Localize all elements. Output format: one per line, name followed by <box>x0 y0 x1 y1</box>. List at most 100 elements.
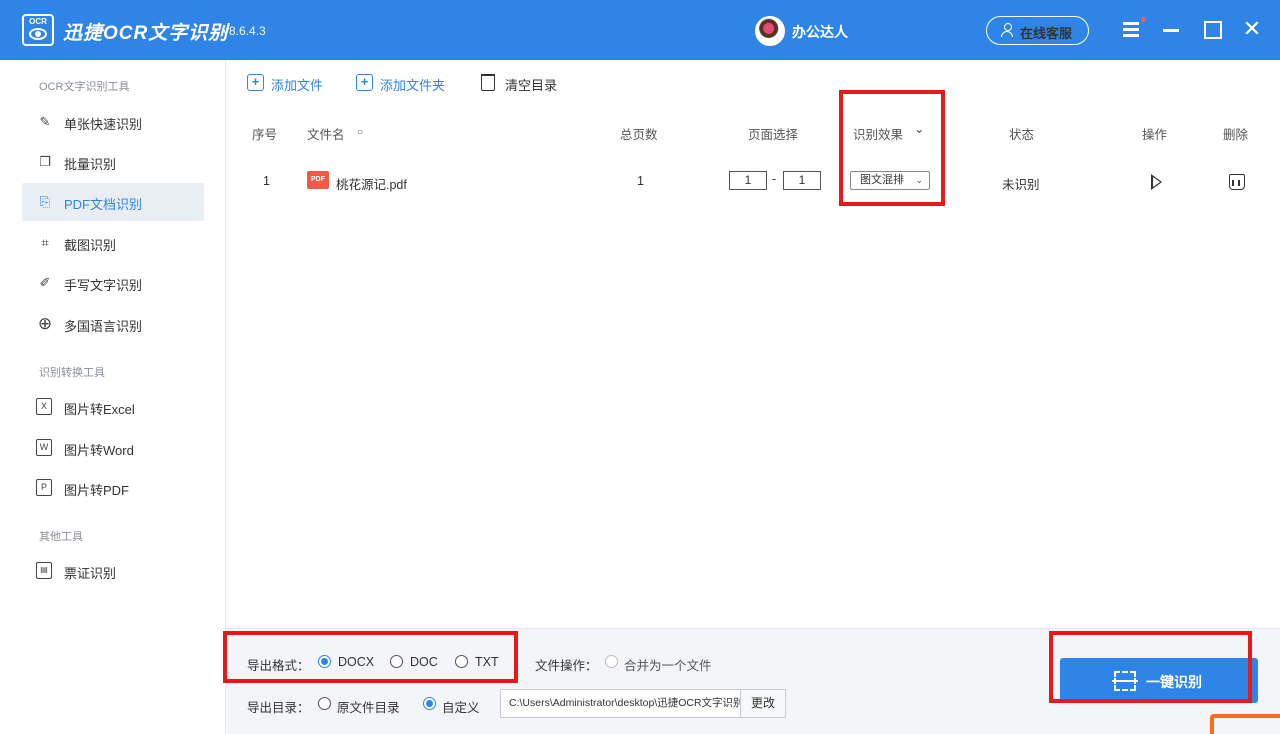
sidebar-item-screenshot[interactable]: ⌗ 截图识别 <box>22 224 204 262</box>
add-folder-icon: + <box>356 74 373 91</box>
sidebar-item-single[interactable]: ✎ 单张快速识别 <box>22 103 204 141</box>
export-path-input[interactable]: C:\Users\Administrator\desktop\迅捷OCR文字识别 <box>500 689 741 718</box>
sidebar: OCR文字识别工具 ✎ 单张快速识别 ❐ 批量识别 ⎘ PDF文档识别 ⌗ 截图… <box>0 60 226 734</box>
scan-icon <box>1112 671 1138 691</box>
dir-custom-radio[interactable] <box>423 697 436 710</box>
col-header-effect[interactable]: 识别效果 <box>853 124 903 143</box>
sidebar-item-label: 图片转Word <box>64 443 134 458</box>
merge-file-radio[interactable] <box>605 655 618 668</box>
add-file-button[interactable]: + 添加文件 <box>247 72 337 94</box>
file-operation-label: 文件操作： <box>535 659 598 673</box>
excel-icon: X <box>36 398 52 415</box>
copy-icon: ❐ <box>39 154 51 169</box>
col-header-status: 状态 <box>1009 128 1035 142</box>
pdf-doc-icon: ⎘ <box>39 194 51 209</box>
sidebar-item-batch[interactable]: ❐ 批量识别 <box>22 143 204 181</box>
add-folder-label: 添加文件夹 <box>380 78 446 93</box>
page-to-input[interactable]: 1 <box>783 171 821 190</box>
minimize-icon[interactable] <box>1160 17 1184 41</box>
dir-custom-label[interactable]: 自定义 <box>442 697 480 716</box>
word-icon: W <box>36 439 52 456</box>
export-format-label: 导出格式： <box>247 659 310 673</box>
dir-original-label[interactable]: 原文件目录 <box>337 697 400 716</box>
maximize-icon[interactable] <box>1200 17 1224 41</box>
effect-select[interactable]: 图文混排 ⌄ <box>850 171 930 190</box>
sidebar-item-label: 图片转Excel <box>64 402 135 417</box>
col-header-pages: 总页数 <box>620 128 658 142</box>
effect-select-value: 图文混排 <box>860 174 904 186</box>
user-name[interactable]: 办公达人 <box>792 22 848 42</box>
row-pages: 1 <box>637 174 644 188</box>
row-index: 1 <box>263 174 270 188</box>
ticket-icon: ▤ <box>36 562 52 579</box>
sidebar-item-label: 手写文字识别 <box>64 278 143 293</box>
row-filename: 桃花源记.pdf <box>336 178 407 192</box>
change-path-button[interactable]: 更改 <box>740 689 786 718</box>
format-txt-radio[interactable] <box>455 655 468 668</box>
title-bar: OCR 迅捷OCR文字识别 v8.6.4.3 办公达人 在线客服 ✕ <box>0 0 1280 60</box>
format-docx-radio[interactable] <box>318 655 331 668</box>
format-txt-label[interactable]: TXT <box>475 655 499 669</box>
start-recognition-button[interactable]: 一键识别 <box>1060 658 1258 703</box>
notification-dot <box>1141 17 1146 22</box>
chevron-down-icon: ⌄ <box>915 175 923 185</box>
close-icon[interactable]: ✕ <box>1240 17 1264 41</box>
add-file-label: 添加文件 <box>271 78 324 93</box>
online-service-label: 在线客服 <box>1020 26 1073 41</box>
delete-icon[interactable] <box>1229 174 1245 190</box>
sidebar-item-multilang[interactable]: ⊕ 多国语言识别 <box>22 305 204 343</box>
menu-icon[interactable] <box>1120 17 1146 41</box>
edit-icon: ✎ <box>39 114 51 129</box>
pdf-icon: P <box>36 479 52 496</box>
col-header-delete: 删除 <box>1223 128 1249 142</box>
start-recognition-label: 一键识别 <box>1146 674 1202 690</box>
sidebar-item-handwriting[interactable]: ✐ 手写文字识别 <box>22 264 204 302</box>
sidebar-item-topdf[interactable]: P 图片转PDF <box>22 469 204 507</box>
page-from-input[interactable]: 1 <box>729 171 767 190</box>
row-status: 未识别 <box>1002 178 1040 192</box>
sidebar-item-label: PDF文档识别 <box>64 197 143 212</box>
sidebar-item-label: 票证识别 <box>64 566 117 581</box>
sidebar-section-convert: 识别转换工具 <box>39 367 105 379</box>
app-logo-icon: OCR <box>22 14 54 46</box>
sidebar-item-label: 图片转PDF <box>64 483 130 498</box>
format-doc-label[interactable]: DOC <box>410 655 438 669</box>
dir-original-radio[interactable] <box>318 697 331 710</box>
sidebar-item-pdf[interactable]: ⎘ PDF文档识别 <box>22 183 204 221</box>
merge-file-label[interactable]: 合并为一个文件 <box>624 655 712 674</box>
clear-list-button[interactable]: 清空目录 <box>481 72 571 94</box>
sidebar-item-ticket[interactable]: ▤ 票证识别 <box>22 552 204 590</box>
sidebar-item-excel[interactable]: X 图片转Excel <box>22 388 204 426</box>
clear-list-label: 清空目录 <box>505 78 558 93</box>
user-avatar[interactable] <box>755 16 785 46</box>
col-header-page-select: 页面选择 <box>748 128 799 142</box>
col-header-action: 操作 <box>1142 128 1168 142</box>
corner-highlight-mark <box>1210 714 1280 734</box>
online-service-button[interactable]: 在线客服 <box>986 16 1089 45</box>
export-dir-label: 导出目录： <box>247 701 310 715</box>
sidebar-item-label: 批量识别 <box>64 157 117 172</box>
sidebar-section-ocr: OCR文字识别工具 <box>39 81 130 93</box>
format-doc-radio[interactable] <box>390 655 403 668</box>
pdf-file-icon: PDF <box>307 171 329 189</box>
chevron-down-icon[interactable]: ⌄ <box>914 121 924 136</box>
logo-text: OCR <box>29 17 47 26</box>
format-docx-label[interactable]: DOCX <box>338 655 374 669</box>
globe-icon: ⊕ <box>37 314 53 333</box>
app-version: v8.6.4.3 <box>223 24 266 38</box>
add-file-icon: + <box>247 74 264 91</box>
sidebar-section-other: 其他工具 <box>39 531 83 543</box>
crop-icon: ⌗ <box>41 235 49 250</box>
app-title: 迅捷OCR文字识别 <box>63 23 229 44</box>
page-range-separator: - <box>772 172 777 186</box>
user-icon <box>1001 23 1013 37</box>
trash-icon <box>481 74 495 91</box>
add-folder-button[interactable]: + 添加文件夹 <box>356 72 456 94</box>
sidebar-item-label: 单张快速识别 <box>64 117 143 132</box>
sort-icon[interactable]: ○ <box>357 127 363 138</box>
sidebar-item-word[interactable]: W 图片转Word <box>22 429 204 467</box>
pen-icon: ✐ <box>39 275 51 290</box>
sidebar-item-label: 多国语言识别 <box>64 319 143 334</box>
col-header-index: 序号 <box>252 128 278 142</box>
col-header-filename[interactable]: 文件名 <box>307 124 345 143</box>
